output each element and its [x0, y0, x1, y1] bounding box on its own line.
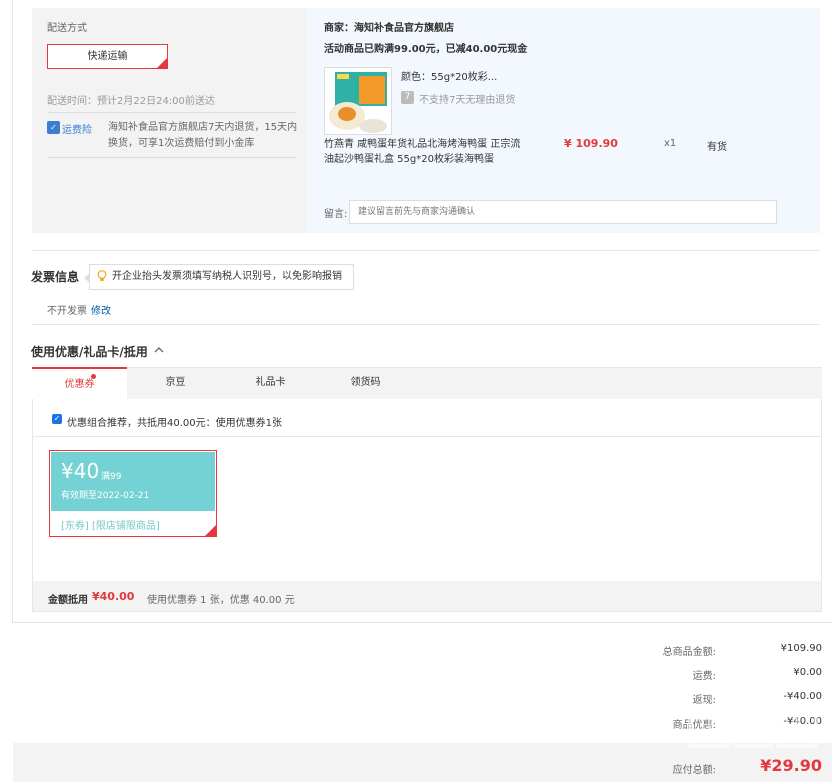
invoice-tip: 开企业抬头发票须填写纳税人识别号，以免影响报销: [84, 264, 354, 290]
summary-value: ¥109.90: [780, 643, 822, 654]
tab-redeem-code[interactable]: 领货码: [338, 367, 393, 399]
summary-value: ¥0.00: [793, 667, 822, 678]
promo-text: 活动商品已购满99.00元，已减40.00元现金: [324, 44, 528, 55]
message-input[interactable]: [349, 200, 777, 224]
divider: [47, 157, 297, 158]
no-return-icon: 7: [401, 91, 414, 104]
product-image[interactable]: [324, 67, 392, 135]
invoice-title: 发票信息: [31, 270, 80, 284]
divider: [33, 436, 821, 437]
notification-dot-icon: [91, 374, 96, 379]
coupon-expiry: 有效期至2022-02-21: [61, 491, 150, 501]
selected-corner-icon: [157, 58, 167, 68]
coupon-tags: [东券] [限店铺限商品]: [61, 521, 160, 532]
tab-gift-card[interactable]: 礼品卡: [243, 367, 298, 399]
product-name[interactable]: 竹燕青 咸鸭蛋年货礼品北海烤海鸭蛋 正宗流油起沙鸭蛋礼盒 55g*20枚彩装海鸭…: [324, 137, 529, 167]
recommend-checkbox[interactable]: ✓: [52, 414, 62, 424]
tab-jingdou[interactable]: 京豆: [148, 367, 203, 399]
tab-coupon[interactable]: 优惠券: [32, 367, 127, 399]
divider: [32, 250, 820, 251]
shipping-method-label: 快递运输: [87, 51, 128, 62]
recommend-text: 优惠组合推荐，共抵用40.00元：使用优惠券1张: [67, 418, 282, 429]
tip-arrow-icon: [84, 273, 90, 283]
page-border-left: [12, 0, 13, 622]
deduction-desc: 使用优惠券 1 张，优惠 40.00 元: [147, 595, 295, 606]
insurance-text: 海知补食品官方旗舰店7天内退货，15天内换货，可享1次运费赔付到小金库: [108, 122, 298, 149]
divider: [32, 324, 820, 325]
shipping-method-button[interactable]: 快递运输: [47, 44, 168, 69]
product-price: ¥ 109.90: [564, 137, 618, 150]
insurance-label[interactable]: 运费险: [62, 121, 92, 136]
product-quantity: x1: [664, 138, 677, 149]
divider: [12, 622, 832, 623]
no-return-text: 不支持7天无理由退货: [419, 95, 516, 106]
chevron-up-icon[interactable]: [154, 345, 164, 355]
selected-corner-icon: [205, 525, 216, 536]
summary-label: 总商品金额:: [662, 647, 716, 658]
stock-status: 有货: [707, 142, 727, 153]
lightbulb-icon: [97, 270, 107, 281]
merchant-name: 商家：海知补食品官方旗舰店: [324, 23, 454, 34]
insurance-icon: ✓: [47, 121, 60, 134]
invoice-status: 不开发票: [47, 306, 87, 317]
deduction-amount: ¥40.00: [92, 590, 135, 603]
invoice-tip-text: 开企业抬头发票须填写纳税人识别号，以免影响报销: [112, 271, 342, 282]
product-color: 颜色：55g*20枚彩...: [401, 72, 498, 83]
shipping-title: 配送方式: [47, 23, 87, 34]
watermark-logo: [688, 700, 828, 778]
invoice-edit-link[interactable]: 修改: [91, 302, 111, 317]
divider: [47, 112, 297, 113]
coupon-amount: ¥40: [61, 459, 100, 483]
deduction-label: 金额抵用: [48, 595, 88, 606]
message-label: 留言:: [324, 209, 348, 220]
summary-label: 运费:: [692, 671, 716, 682]
coupon-section-title[interactable]: 使用优惠/礼品卡/抵用: [31, 343, 148, 360]
coupon-condition: 满99: [101, 472, 122, 482]
delivery-time: 配送时间：预计2月22日24:00前送达: [47, 96, 215, 107]
